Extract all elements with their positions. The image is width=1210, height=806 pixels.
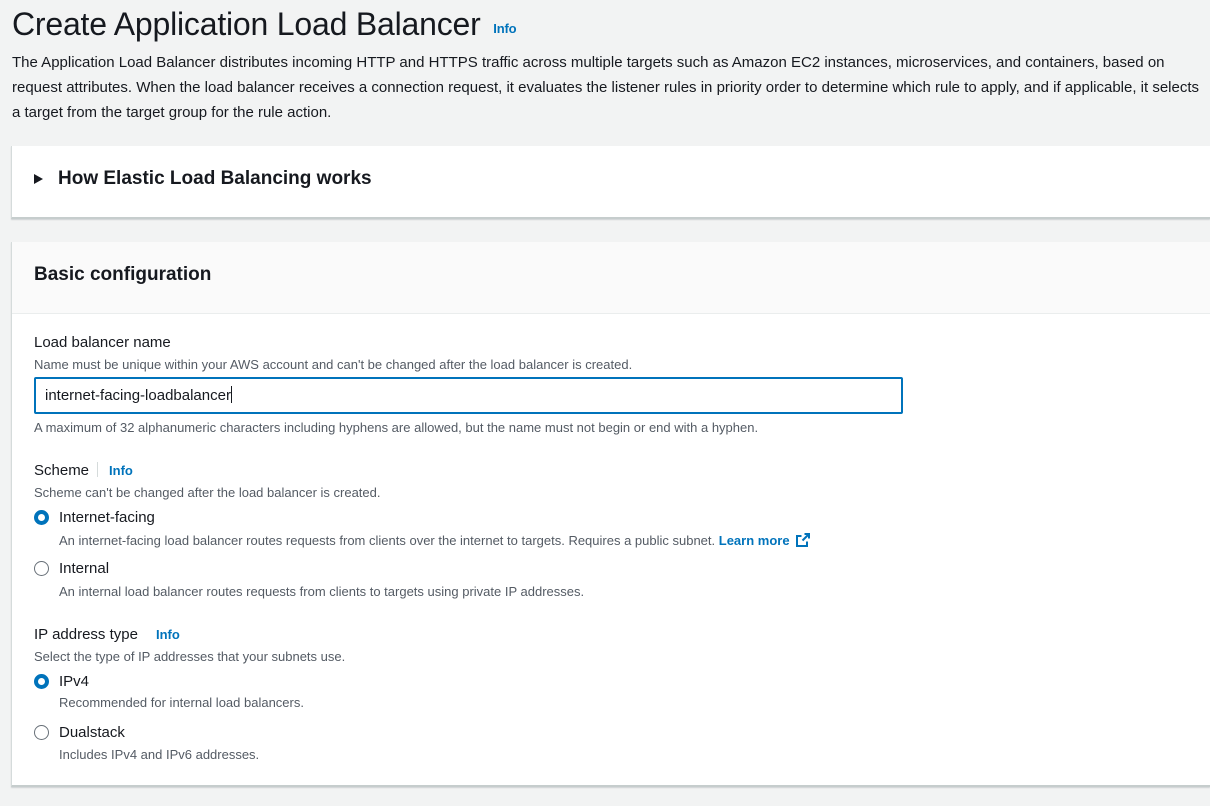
- how-it-works-panel: How Elastic Load Balancing works: [11, 146, 1210, 219]
- text-cursor: [230, 386, 232, 403]
- basic-configuration-header: Basic configuration: [12, 242, 1210, 314]
- external-link-icon: [795, 533, 810, 547]
- ipv4-label: IPv4: [59, 673, 90, 690]
- how-it-works-expander[interactable]: How Elastic Load Balancing works: [34, 168, 372, 190]
- basic-configuration-heading: Basic configuration: [34, 264, 212, 285]
- scheme-label-row: Scheme Info: [34, 462, 133, 480]
- caret-right-icon: [34, 174, 43, 184]
- internal-description: An internal load balancer routes request…: [59, 584, 585, 599]
- internet-facing-label: Internet-facing: [59, 509, 155, 526]
- ip-type-label-row: IP address type Info: [34, 626, 180, 644]
- internet-facing-description: An internet-facing load balancer routes …: [59, 533, 716, 548]
- ip-type-description: Select the type of IP addresses that you…: [34, 649, 346, 664]
- load-balancer-name-label: Load balancer name: [34, 334, 171, 351]
- dualstack-label: Dualstack: [59, 724, 125, 741]
- scheme-option-internet-facing[interactable]: Internet-facing: [34, 509, 155, 526]
- radio-selected-icon: [34, 510, 49, 525]
- radio-unselected-icon: [34, 561, 49, 576]
- learn-more-link[interactable]: Learn more: [719, 533, 811, 548]
- ip-type-info-link[interactable]: Info: [156, 627, 180, 642]
- load-balancer-name-value: internet-facing-loadbalancer: [45, 387, 231, 404]
- page-description: The Application Load Balancer distribute…: [12, 54, 1200, 121]
- scheme-label: Scheme: [34, 462, 90, 479]
- title-info-link[interactable]: Info: [493, 21, 516, 36]
- divider: [97, 462, 99, 477]
- internal-label: Internal: [59, 560, 110, 577]
- ip-type-option-ipv4[interactable]: IPv4: [34, 673, 89, 690]
- radio-unselected-icon: [34, 725, 49, 740]
- how-it-works-label: How Elastic Load Balancing works: [58, 168, 372, 189]
- ip-type-label: IP address type: [34, 626, 138, 643]
- page: Create Application Load Balancer Info Th…: [0, 0, 1210, 806]
- load-balancer-name-input[interactable]: internet-facing-loadbalancer: [34, 377, 903, 414]
- page-title-text: Create Application Load Balancer: [12, 6, 481, 42]
- scheme-description: Scheme can't be changed after the load b…: [34, 485, 381, 500]
- radio-selected-icon: [34, 674, 49, 689]
- page-title: Create Application Load Balancer Info: [12, 6, 517, 43]
- load-balancer-name-description: Name must be unique within your AWS acco…: [34, 357, 633, 372]
- dualstack-description: Includes IPv4 and IPv6 addresses.: [59, 747, 260, 762]
- load-balancer-name-constraint: A maximum of 32 alphanumeric characters …: [34, 420, 759, 435]
- basic-configuration-panel: Basic configuration Load balancer name N…: [11, 242, 1210, 787]
- scheme-info-link[interactable]: Info: [109, 463, 133, 478]
- ipv4-description: Recommended for internal load balancers.: [59, 695, 304, 710]
- scheme-option-internal[interactable]: Internal: [34, 560, 109, 577]
- ip-type-option-dualstack[interactable]: Dualstack: [34, 724, 125, 741]
- internet-facing-description-row: An internet-facing load balancer routes …: [59, 532, 811, 548]
- learn-more-label: Learn more: [718, 533, 790, 548]
